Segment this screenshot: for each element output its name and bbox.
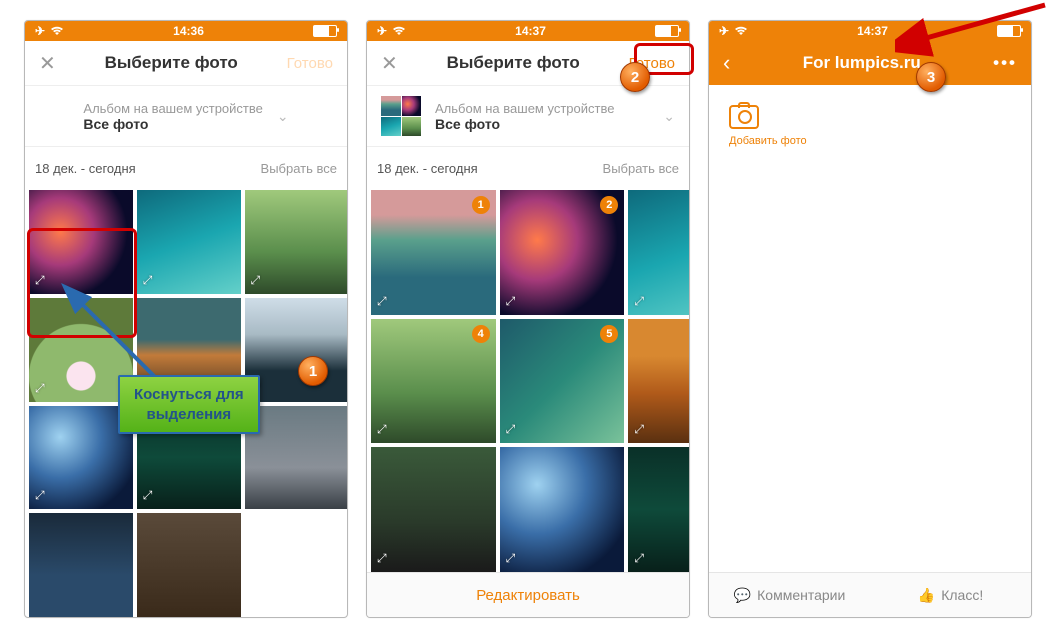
photo-grid: ⤢1 ⤢2 ⤢3 ⤢4 ⤢5 ⤢6 ⤢ ⤢ ⤢ (367, 190, 689, 572)
status-bar: ✈ 14:37 (367, 21, 689, 41)
album-selector[interactable]: Альбом на вашем устройстве Все фото ⌄ (367, 86, 689, 147)
photo-thumb[interactable] (137, 513, 241, 617)
phone-1: ✈ 14:36 ✕ Выберите фото Готово Альбом на… (24, 20, 348, 618)
comments-button[interactable]: 💬Комментарии (709, 587, 870, 604)
phone-2: ✈ 14:37 ✕ Выберите фото Готово Альбом на… (366, 20, 690, 618)
expand-icon: ⤢ (377, 551, 387, 566)
comment-icon: 💬 (734, 587, 751, 604)
selection-badge: 5 (600, 325, 618, 343)
bottom-actions: 💬Комментарии 👍Класс! (709, 572, 1031, 617)
annotation-marker-3: 3 (916, 62, 946, 92)
album-hint: Альбом на вашем устройстве (435, 101, 614, 116)
chevron-down-icon: ⌄ (277, 108, 289, 125)
photo-thumb[interactable]: ⤢ (245, 190, 348, 294)
photo-thumb[interactable]: ⤢4 (371, 319, 496, 444)
expand-icon: ⤢ (506, 422, 516, 437)
add-photo-label: Добавить фото (729, 135, 807, 147)
date-row: 18 дек. - сегодня Выбрать все (25, 147, 347, 190)
expand-icon: ⤢ (143, 273, 153, 288)
selection-badge: 4 (472, 325, 490, 343)
photo-thumb[interactable]: ⤢ (29, 190, 133, 294)
chevron-down-icon: ⌄ (663, 108, 675, 125)
nav-title: Выберите фото (398, 53, 629, 73)
expand-icon: ⤢ (377, 294, 387, 309)
add-photo-button[interactable]: Добавить фото (709, 85, 1031, 167)
status-bar: ✈ 14:36 (25, 21, 347, 41)
edit-button[interactable]: Редактировать (367, 572, 689, 617)
wifi-icon (392, 25, 406, 39)
expand-icon: ⤢ (251, 273, 261, 288)
wifi-icon (50, 25, 64, 39)
camera-icon (729, 105, 759, 129)
photo-thumb[interactable]: ⤢1 (371, 190, 496, 315)
status-time: 14:36 (64, 24, 313, 38)
done-button[interactable]: Готово (287, 55, 333, 72)
date-range: 18 дек. - сегодня (35, 161, 136, 176)
expand-icon: ⤢ (634, 551, 644, 566)
expand-icon: ⤢ (377, 422, 387, 437)
photo-thumb[interactable]: ⤢5 (500, 319, 625, 444)
nav-bar: ‹ For lumpics.ru ••• (709, 41, 1031, 85)
battery-icon (997, 25, 1021, 37)
status-bar: ✈ 14:37 (709, 21, 1031, 41)
expand-icon: ⤢ (35, 273, 45, 288)
status-time: 14:37 (406, 24, 655, 38)
expand-icon: ⤢ (506, 551, 516, 566)
status-time: 14:37 (748, 24, 997, 38)
battery-icon (313, 25, 337, 37)
more-icon[interactable]: ••• (993, 53, 1017, 73)
nav-bar: ✕ Выберите фото Готово (25, 41, 347, 86)
annotation-callout: Коснуться для выделения (118, 375, 260, 434)
close-icon[interactable]: ✕ (381, 51, 398, 76)
back-icon[interactable]: ‹ (723, 50, 730, 76)
expand-icon: ⤢ (634, 294, 644, 309)
album-thumb (381, 96, 421, 136)
photo-thumb[interactable]: ⤢2 (500, 190, 625, 315)
photo-thumb[interactable]: ⤢3 (628, 190, 689, 315)
expand-icon: ⤢ (143, 488, 153, 503)
annotation-marker-1: 1 (298, 356, 328, 386)
album-name: Все фото (83, 116, 262, 132)
thumbs-up-icon: 👍 (918, 587, 935, 604)
airplane-icon: ✈ (719, 24, 729, 38)
annotation-marker-2: 2 (620, 62, 650, 92)
select-all[interactable]: Выбрать все (261, 161, 337, 176)
expand-icon: ⤢ (35, 381, 45, 396)
photo-thumb[interactable] (29, 513, 133, 617)
close-icon[interactable]: ✕ (39, 51, 56, 76)
photo-thumb[interactable]: ⤢6 (628, 319, 689, 444)
select-all[interactable]: Выбрать все (603, 161, 679, 176)
airplane-icon: ✈ (377, 24, 387, 38)
airplane-icon: ✈ (35, 24, 45, 38)
photo-thumb[interactable]: ⤢ (628, 447, 689, 572)
wifi-icon (734, 25, 748, 39)
battery-icon (655, 25, 679, 37)
phone-3: ✈ 14:37 ‹ For lumpics.ru ••• Добавить фо… (708, 20, 1032, 618)
class-button[interactable]: 👍Класс! (870, 587, 1031, 604)
date-row: 18 дек. - сегодня Выбрать все (367, 147, 689, 190)
date-range: 18 дек. - сегодня (377, 161, 478, 176)
photo-thumb[interactable]: ⤢ (137, 190, 241, 294)
expand-icon: ⤢ (506, 294, 516, 309)
album-selector[interactable]: Альбом на вашем устройстве Все фото ⌄ (25, 86, 347, 147)
nav-title: For lumpics.ru (730, 53, 993, 73)
photo-thumb[interactable] (245, 406, 348, 510)
photo-thumb[interactable]: ⤢ (245, 298, 348, 402)
photo-thumb[interactable]: ⤢ (500, 447, 625, 572)
selection-badge: 1 (472, 196, 490, 214)
expand-icon: ⤢ (634, 422, 644, 437)
album-name: Все фото (435, 116, 614, 132)
photo-thumb[interactable]: ⤢ (371, 447, 496, 572)
album-hint: Альбом на вашем устройстве (83, 101, 262, 116)
nav-title: Выберите фото (56, 53, 287, 73)
expand-icon: ⤢ (35, 488, 45, 503)
